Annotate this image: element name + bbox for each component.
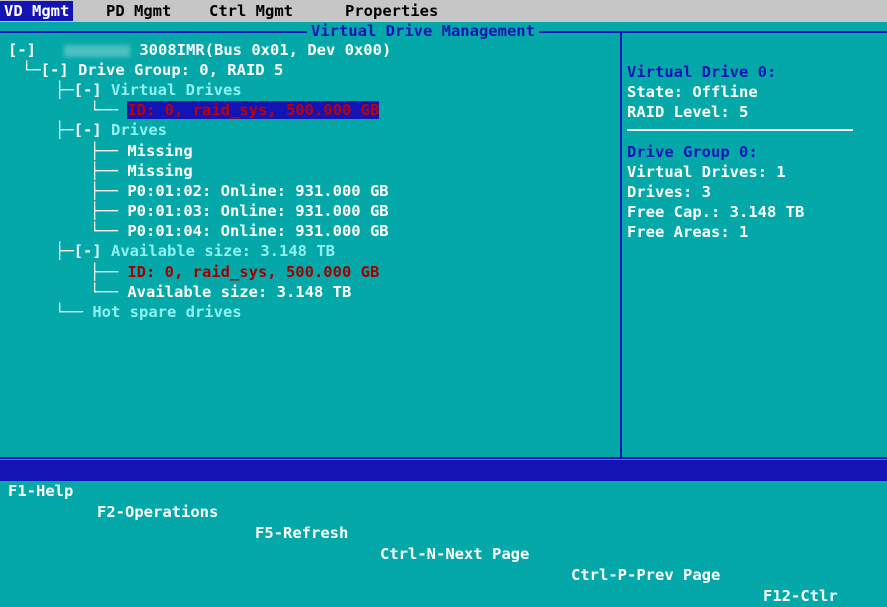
tree-drive-item[interactable]: ├── P0:01:02: Online: 931.000 GB <box>90 181 389 201</box>
drive-item-label: P0:01:02: Online: 931.000 GB <box>127 182 389 200</box>
prev-page-key[interactable]: Ctrl-P-Prev Page <box>571 565 720 586</box>
drive-item-label: Missing <box>127 162 193 180</box>
frame-title: Virtual Drive Management <box>307 22 539 40</box>
avail-free-label: Available size: 3.148 TB <box>127 283 352 301</box>
root-toggle[interactable]: [-] <box>8 41 36 59</box>
controller-label: 3008IMR(Bus 0x01, Dev 0x00) <box>139 41 392 59</box>
virtual-drives-toggle[interactable]: [-] <box>74 81 102 99</box>
frame-divider <box>620 32 622 457</box>
drive-item-label: P0:01:04: Online: 931.000 GB <box>127 222 389 240</box>
refresh-key[interactable]: F5-Refresh <box>255 523 348 544</box>
tree-drive-item[interactable]: ├── Missing <box>90 161 193 181</box>
virtual-drives-label: Virtual Drives <box>111 81 242 99</box>
details-separator <box>627 129 853 131</box>
drive-item-label: Missing <box>127 142 193 160</box>
tree-available-size[interactable]: ├─[-] Available size: 3.148 TB <box>55 241 335 261</box>
tab-pd-mgmt[interactable]: PD Mgmt <box>106 1 171 21</box>
tree-hot-spare[interactable]: └── Hot spare drives <box>55 302 242 322</box>
hot-spare-label: Hot spare drives <box>92 303 242 321</box>
avail-vd-label: ID: 0, raid_sys, 500.000 GB <box>127 263 380 281</box>
tab-properties[interactable]: Properties <box>345 1 438 21</box>
frame-bottom-border <box>0 457 887 459</box>
vd-state: State: Offline <box>627 83 758 101</box>
controller-name-redacted <box>64 44 130 57</box>
help-key[interactable]: F1-Help <box>8 481 73 502</box>
tree-root[interactable]: [-] 3008IMR(Bus 0x01, Dev 0x00) <box>8 40 391 60</box>
avail-toggle[interactable]: [-] <box>74 242 102 260</box>
tree-avail-vd[interactable]: ├── ID: 0, raid_sys, 500.000 GB <box>90 262 379 282</box>
dg-free-cap: Free Cap.: 3.148 TB <box>627 203 805 221</box>
tree-virtual-drives[interactable]: ├─[-] Virtual Drives <box>55 80 242 100</box>
tree-drive-group[interactable]: └─[-] Drive Group: 0, RAID 5 <box>22 60 283 80</box>
avail-label: Available size: 3.148 TB <box>111 242 335 260</box>
dg-free-areas: Free Areas: 1 <box>627 223 749 241</box>
vd-raid-level: RAID Level: 5 <box>627 103 749 121</box>
vd-entry-selected[interactable]: ID: 0, raid_sys, 500.000 GB <box>127 101 380 119</box>
tab-bar: VD Mgmt PD Mgmt Ctrl Mgmt Properties <box>0 0 887 22</box>
controller-key[interactable]: F12-Ctlr <box>763 586 838 607</box>
dg-drives: Drives: 3 <box>627 183 711 201</box>
tree-avail-free[interactable]: └── Available size: 3.148 TB <box>90 282 351 302</box>
drives-label: Drives <box>111 121 168 139</box>
dg-virtual-drives: Virtual Drives: 1 <box>627 163 786 181</box>
tree-vd-entry[interactable]: └── ID: 0, raid_sys, 500.000 GB <box>90 100 380 120</box>
footer-keybar: F1-Help F2-Operations F5-Refresh Ctrl-N-… <box>0 460 887 605</box>
next-page-key[interactable]: Ctrl-N-Next Page <box>380 544 529 565</box>
tree-drive-item[interactable]: ├── Missing <box>90 141 193 161</box>
tab-vd-mgmt[interactable]: VD Mgmt <box>0 1 74 21</box>
tree-drive-item[interactable]: ├── P0:01:03: Online: 931.000 GB <box>90 201 389 221</box>
drives-toggle[interactable]: [-] <box>74 121 102 139</box>
dg-details-title: Drive Group 0: <box>627 143 758 161</box>
tab-ctrl-mgmt[interactable]: Ctrl Mgmt <box>209 1 293 21</box>
drive-item-label: P0:01:03: Online: 931.000 GB <box>127 202 389 220</box>
tree-drives[interactable]: ├─[-] Drives <box>55 120 167 140</box>
drive-group-label: [-] Drive Group: 0, RAID 5 <box>40 61 284 79</box>
operations-key[interactable]: F2-Operations <box>97 502 218 523</box>
vd-details-title: Virtual Drive 0: <box>627 63 777 81</box>
tree-drive-item[interactable]: └── P0:01:04: Online: 931.000 GB <box>90 221 389 241</box>
